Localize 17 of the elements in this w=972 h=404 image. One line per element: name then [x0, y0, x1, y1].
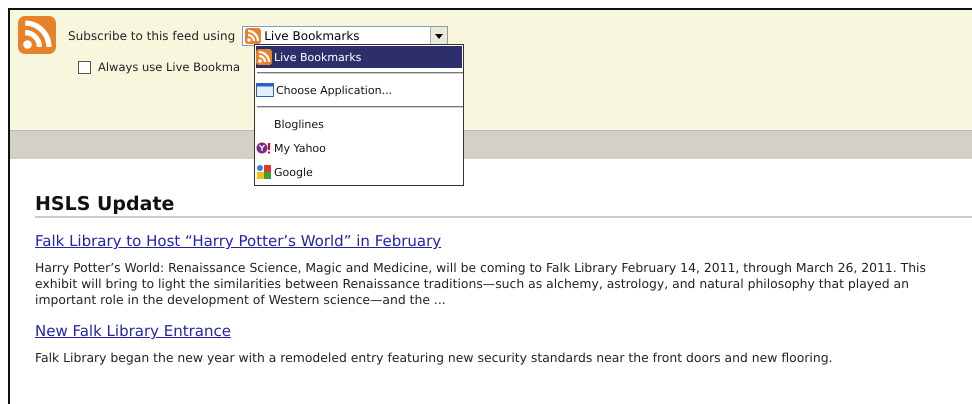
- entry-summary: Harry Potter’s World: Renaissance Science, Magic and Medicine, will be coming to Falk Library February 14, 2011, through March 26, 2011. This exhibit will bring to light the similarities between Renaissance traditions—such as alchemy, astrology, and natural philosophy that played an important role in the development of Western science—and the ...: [35, 260, 927, 308]
- subscribe-label: Subscribe to this feed using: [68, 29, 236, 43]
- feed-icon: [18, 16, 56, 54]
- people-icon: [256, 164, 272, 180]
- checkbox[interactable]: [78, 60, 91, 74]
- entry-link[interactable]: Falk Library to Host “Harry Potter’s World” in February: [35, 232, 442, 250]
- checkbox-label: Always use Live Bookma: [98, 60, 240, 74]
- window-icon: [256, 83, 274, 97]
- entry-summary: Falk Library began the new year with a remodeled entry featuring new security standards near the front doors and new flooring.: [35, 350, 834, 366]
- menu-item[interactable]: Google: [274, 166, 313, 178]
- menu-item[interactable]: Bloglines: [274, 118, 324, 130]
- feed-reader-select[interactable]: Live Bookmarks: [242, 26, 448, 46]
- caret-icon: [435, 34, 444, 38]
- feed-title: HSLS Update: [35, 193, 972, 218]
- menu-item[interactable]: My Yahoo: [274, 142, 326, 154]
- menu-item[interactable]: Choose Application...: [276, 84, 392, 96]
- entry-link[interactable]: New Falk Library Entrance: [35, 322, 231, 340]
